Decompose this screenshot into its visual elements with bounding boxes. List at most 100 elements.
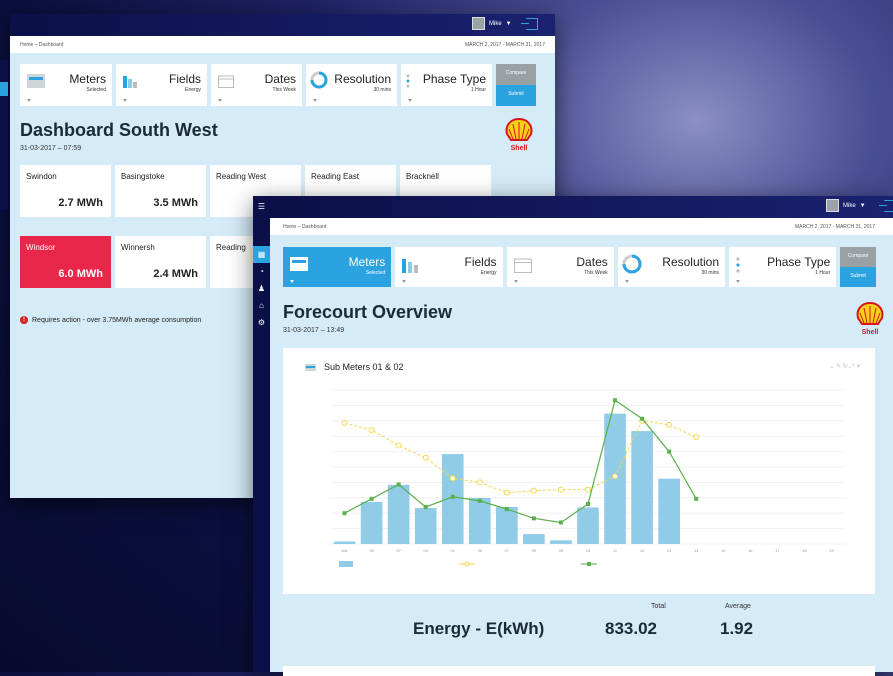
site-name: Reading East <box>311 172 360 181</box>
user-menu[interactable]: Mike ▼ <box>826 199 893 212</box>
meters-filter[interactable]: Meters Selected <box>283 247 392 287</box>
sidebar: ☰ ▦ ◔ ♟ ⌂ ⚙ <box>253 196 270 672</box>
chart-bar <box>523 534 545 544</box>
chevron-down-icon <box>736 280 740 283</box>
site-name: Basingstoke <box>121 172 165 181</box>
site-tile[interactable]: Swindon 2.7 MWh <box>20 165 111 217</box>
resolution-label: Resolution <box>662 255 719 269</box>
x-tick-label: 14 <box>694 548 699 553</box>
fields-filter[interactable]: Fields Energy <box>395 247 503 287</box>
phase-icon <box>406 74 410 88</box>
breadcrumb[interactable]: Home – Dashboard <box>20 42 63 48</box>
compare-button[interactable]: Compare <box>840 247 876 267</box>
phase-icon <box>736 257 740 273</box>
x-tick-label: 07 <box>505 548 510 553</box>
dates-filter[interactable]: Dates This Week <box>211 64 302 106</box>
series-green-point <box>396 482 401 487</box>
chart-card: Sub Meters 01 & 02 ⌄ ✎ ↻ ⤢ ✕ MA 30 07 04 01 0… <box>283 348 875 594</box>
chart-bar <box>496 507 518 544</box>
resolution-filter[interactable]: Resolution 30 mins <box>617 247 725 287</box>
compare-submit: Compare Submit <box>496 64 536 106</box>
chevron-down-icon <box>123 99 127 102</box>
series-yellow-point <box>666 421 673 428</box>
x-tick-label: 12 <box>640 548 645 553</box>
site-name: Swindon <box>26 172 57 181</box>
submit-button[interactable]: Submit <box>840 267 876 287</box>
site-value: 3.5 MWh <box>153 197 198 209</box>
compare-button[interactable]: Compare <box>496 64 536 85</box>
x-tick-label: 06 <box>478 548 483 553</box>
calendar-icon <box>218 75 234 88</box>
series-yellow-point <box>422 454 429 461</box>
site-name: Reading West <box>216 172 267 181</box>
site-name: Bracknell <box>406 172 439 181</box>
top-bar: Mike ▼ <box>270 196 893 218</box>
submit-button[interactable]: Submit <box>496 85 536 106</box>
breadcrumb-bar: Home – Dashboard MARCH 2, 2017 - MARCH 3… <box>270 218 893 235</box>
calendar-icon <box>513 258 532 273</box>
shell-logo: Shell <box>504 117 534 152</box>
phase-type-filter[interactable]: Phase Type 1 Hour <box>401 64 492 106</box>
chevron-down-icon <box>513 280 518 283</box>
phase-type-label: Phase Type <box>422 72 486 86</box>
dates-filter[interactable]: Dates This Week <box>506 247 614 287</box>
chevron-down-icon <box>313 99 317 102</box>
dates-label: Dates <box>576 255 608 269</box>
menu-icon[interactable]: ☰ <box>253 196 270 216</box>
shell-wordmark: Shell <box>510 145 528 152</box>
series-green-point <box>586 501 590 506</box>
back-sidebar-edge <box>0 60 8 210</box>
timestamp: 31-03-2017 – 07:59 <box>20 145 82 152</box>
fields-filter[interactable]: Fields Energy <box>116 64 207 106</box>
kpi-label: Energy - E(kWh) <box>413 619 545 638</box>
shell-logo: Shell <box>855 301 885 336</box>
series-yellow-point <box>585 486 591 493</box>
sidebar-item-users[interactable]: ♟ <box>253 280 270 297</box>
meters-sub: Selected <box>86 87 106 93</box>
date-range: MARCH 2, 2017 - MARCH 31, 2017 <box>794 224 875 230</box>
logout-icon[interactable] <box>878 199 893 212</box>
meters-filter[interactable]: Meters Selected <box>20 64 112 106</box>
date-range: MARCH 2, 2017 - MARCH 31, 2017 <box>464 42 545 48</box>
site-tile-alert[interactable]: Windsor 6.0 MWh <box>20 236 111 288</box>
sidebar-tab[interactable] <box>0 82 8 96</box>
sidebar-item-gauge[interactable]: ◔ <box>253 263 270 280</box>
site-tile[interactable]: Basingstoke 3.5 MWh <box>115 165 206 217</box>
chart-bar <box>468 498 491 544</box>
x-tick-label: 30 <box>369 548 374 553</box>
x-tick-label: 04 <box>423 548 428 553</box>
site-value: 6.0 MWh <box>58 268 103 280</box>
series-yellow-point <box>557 486 564 493</box>
timestamp: 31-03-2017 – 13:49 <box>283 327 345 334</box>
dates-sub: This Week <box>584 270 608 276</box>
series-green-point <box>423 505 428 510</box>
next-card <box>283 666 875 676</box>
chevron-down-icon <box>290 280 294 283</box>
site-value: 2.4 MWh <box>153 268 198 280</box>
logout-icon[interactable] <box>520 17 538 30</box>
avatar <box>472 17 485 30</box>
x-tick-label: 09 <box>532 548 537 553</box>
sidebar-item-settings[interactable]: ⚙ <box>253 314 270 331</box>
sidebar-item-meters[interactable]: ▦ <box>253 246 270 263</box>
series-yellow-point <box>503 489 510 496</box>
chart-bar <box>414 508 437 544</box>
bar-chart-icon <box>123 76 137 88</box>
user-name: Mike <box>489 20 502 27</box>
site-tile[interactable]: Winnersh 2.4 MWh <box>115 236 206 288</box>
breadcrumb[interactable]: Home – Dashboard <box>283 224 326 230</box>
phase-type-filter[interactable]: Phase Type 1 Hour <box>729 247 837 287</box>
series-green-point <box>342 511 347 516</box>
average-header: Average <box>725 603 751 610</box>
sidebar-item-home[interactable]: ⌂ <box>253 297 270 314</box>
site-name: Winnersh <box>121 243 155 252</box>
series-yellow-point <box>395 442 402 449</box>
resolution-filter[interactable]: Resolution 30 mins <box>306 64 397 106</box>
alert-note-text: Requires action - over 3.75MWh average c… <box>32 316 202 324</box>
user-menu[interactable]: Mike ▼ <box>472 17 538 30</box>
chevron-down-icon: ▼ <box>505 20 512 27</box>
filter-bar: Meters Selected Fields Energy Dates This… <box>20 64 537 106</box>
phase-type-label: Phase Type <box>767 255 831 269</box>
total-header: Total <box>651 603 666 610</box>
x-tick-label: 01 <box>451 548 456 553</box>
